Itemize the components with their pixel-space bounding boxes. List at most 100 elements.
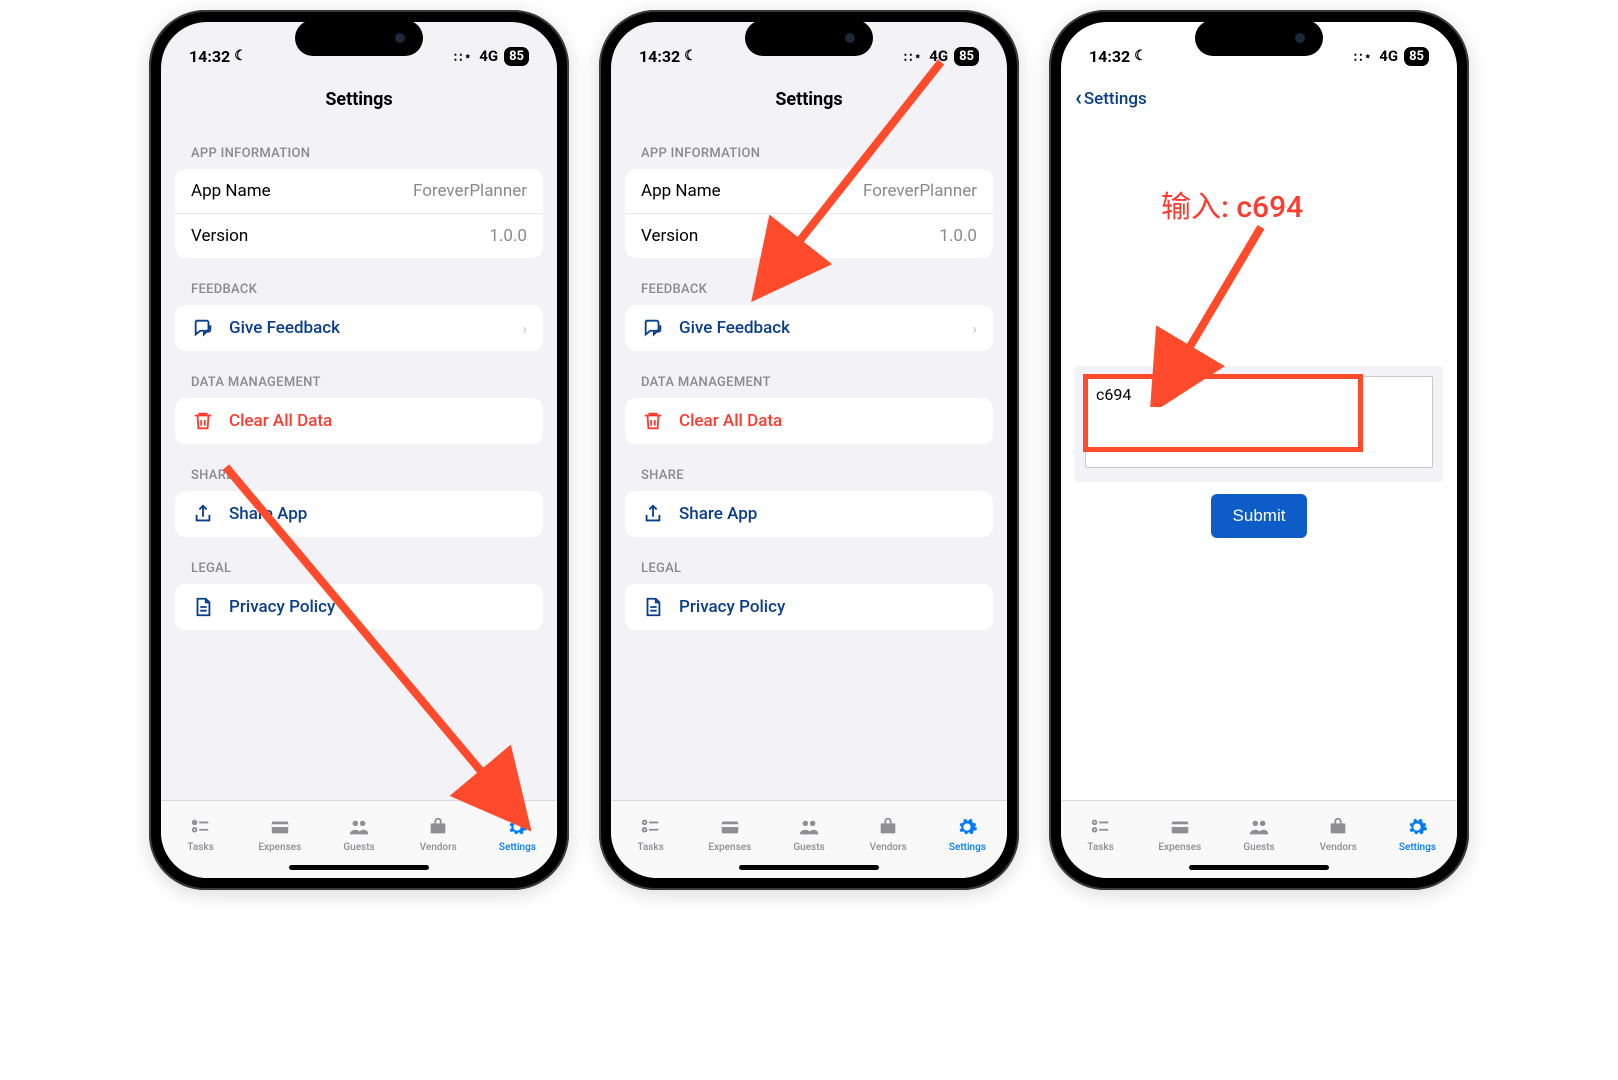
tab-settings[interactable]: Settings: [928, 801, 1007, 866]
settings-content: APP INFORMATION App Name ForeverPlanner …: [161, 122, 557, 800]
phone-frame-2: 14:32 ☾ ∷﹡ 4G 85 Settings APP INFORMATIO…: [599, 10, 1019, 890]
tab-expenses[interactable]: Expenses: [1140, 801, 1219, 866]
tab-guests[interactable]: Guests: [1219, 801, 1298, 866]
focus-moon-icon: ☾: [234, 48, 247, 64]
page-title: Settings: [325, 89, 392, 110]
back-button[interactable]: ‹ Settings: [1075, 88, 1147, 110]
tab-guests-label: Guests: [1243, 842, 1274, 853]
nav-header: Settings: [161, 76, 557, 122]
share-icon: [191, 503, 215, 525]
tab-expenses[interactable]: Expenses: [690, 801, 769, 866]
submit-button[interactable]: Submit: [1211, 494, 1308, 538]
guests-icon: [798, 814, 820, 840]
tab-expenses[interactable]: Expenses: [240, 801, 319, 866]
settings-icon: [1406, 814, 1428, 840]
share-icon: [641, 503, 665, 525]
section-header-data-mgmt: DATA MANAGEMENT: [161, 351, 557, 398]
screen-1: 14:32 ☾ ∷﹡ 4G 85 Settings APP INFORMATIO…: [161, 22, 557, 878]
row-share-app[interactable]: Share App: [625, 491, 993, 537]
clear-data-label: Clear All Data: [679, 411, 782, 431]
battery-level: 85: [504, 47, 529, 66]
tab-settings[interactable]: Settings: [1378, 801, 1457, 866]
section-header-share: SHARE: [161, 444, 557, 491]
tab-guests[interactable]: Guests: [319, 801, 398, 866]
group-data-mgmt: Clear All Data: [175, 398, 543, 444]
row-app-name: App Name ForeverPlanner: [175, 169, 543, 213]
version-label: Version: [191, 226, 248, 246]
group-app-info: App Name ForeverPlanner Version 1.0.0: [625, 169, 993, 258]
version-label: Version: [641, 226, 698, 246]
group-legal: Privacy Policy: [625, 584, 993, 630]
focus-moon-icon: ☾: [1134, 48, 1147, 64]
home-indicator[interactable]: [739, 865, 879, 870]
trash-icon: [641, 410, 665, 432]
row-version: Version 1.0.0: [175, 213, 543, 258]
screen-2: 14:32 ☾ ∷﹡ 4G 85 Settings APP INFORMATIO…: [611, 22, 1007, 878]
row-version: Version 1.0.0: [625, 213, 993, 258]
phone-frame-1: 14:32 ☾ ∷﹡ 4G 85 Settings APP INFORMATIO…: [149, 10, 569, 890]
group-app-info: App Name ForeverPlanner Version 1.0.0: [175, 169, 543, 258]
row-clear-data[interactable]: Clear All Data: [175, 398, 543, 444]
home-indicator[interactable]: [1189, 865, 1329, 870]
feedback-form-box: [1075, 366, 1443, 482]
home-indicator[interactable]: [289, 865, 429, 870]
tab-settings[interactable]: Settings: [478, 801, 557, 866]
section-header-legal: LEGAL: [611, 537, 1007, 584]
app-name-label: App Name: [641, 181, 721, 201]
chevron-right-icon: ›: [972, 319, 977, 338]
row-privacy[interactable]: Privacy Policy: [625, 584, 993, 630]
section-header-app-info: APP INFORMATION: [611, 122, 1007, 169]
status-time: 14:32: [189, 47, 230, 66]
app-name-value: ForeverPlanner: [413, 181, 527, 201]
battery-level: 85: [1404, 47, 1429, 66]
feedback-icon: [191, 317, 215, 339]
dynamic-island: [1195, 20, 1323, 56]
tab-tasks[interactable]: Tasks: [611, 801, 690, 866]
network-type: 4G: [479, 47, 498, 65]
chevron-left-icon: ‹: [1075, 88, 1082, 110]
group-data-mgmt: Clear All Data: [625, 398, 993, 444]
tasks-icon: [640, 814, 662, 840]
row-privacy[interactable]: Privacy Policy: [175, 584, 543, 630]
annotation-input-hint: 输入: c694: [1161, 182, 1303, 226]
group-feedback: Give Feedback ›: [625, 305, 993, 351]
guests-icon: [1248, 814, 1270, 840]
tab-expenses-label: Expenses: [708, 842, 751, 853]
tab-tasks[interactable]: Tasks: [1061, 801, 1140, 866]
nav-header: ‹ Settings: [1061, 76, 1457, 122]
row-clear-data[interactable]: Clear All Data: [625, 398, 993, 444]
tab-vendors-label: Vendors: [420, 842, 457, 853]
app-name-value: ForeverPlanner: [863, 181, 977, 201]
tab-tasks-label: Tasks: [637, 842, 663, 853]
focus-moon-icon: ☾: [684, 48, 697, 64]
signal-bars: ∷﹡: [1354, 47, 1373, 66]
tab-guests[interactable]: Guests: [769, 801, 848, 866]
network-type: 4G: [929, 47, 948, 65]
clear-data-label: Clear All Data: [229, 411, 332, 431]
tab-vendors[interactable]: Vendors: [399, 801, 478, 866]
vendors-icon: [1327, 814, 1349, 840]
row-give-feedback[interactable]: Give Feedback ›: [175, 305, 543, 351]
row-give-feedback[interactable]: Give Feedback ›: [625, 305, 993, 351]
group-legal: Privacy Policy: [175, 584, 543, 630]
dynamic-island: [745, 20, 873, 56]
version-value: 1.0.0: [489, 226, 527, 246]
expenses-icon: [1169, 814, 1191, 840]
status-time: 14:32: [639, 47, 680, 66]
share-app-label: Share App: [679, 504, 757, 524]
tab-vendors[interactable]: Vendors: [849, 801, 928, 866]
settings-content: APP INFORMATION App Name ForeverPlanner …: [611, 122, 1007, 800]
tab-settings-label: Settings: [1399, 842, 1436, 853]
tab-vendors-label: Vendors: [870, 842, 907, 853]
row-share-app[interactable]: Share App: [175, 491, 543, 537]
version-value: 1.0.0: [939, 226, 977, 246]
tab-settings-label: Settings: [949, 842, 986, 853]
share-app-label: Share App: [229, 504, 307, 524]
nav-header: Settings: [611, 76, 1007, 122]
tab-tasks[interactable]: Tasks: [161, 801, 240, 866]
tab-expenses-label: Expenses: [1158, 842, 1201, 853]
tab-expenses-label: Expenses: [258, 842, 301, 853]
tab-vendors[interactable]: Vendors: [1299, 801, 1378, 866]
feedback-textarea[interactable]: [1085, 376, 1433, 468]
section-header-legal: LEGAL: [161, 537, 557, 584]
